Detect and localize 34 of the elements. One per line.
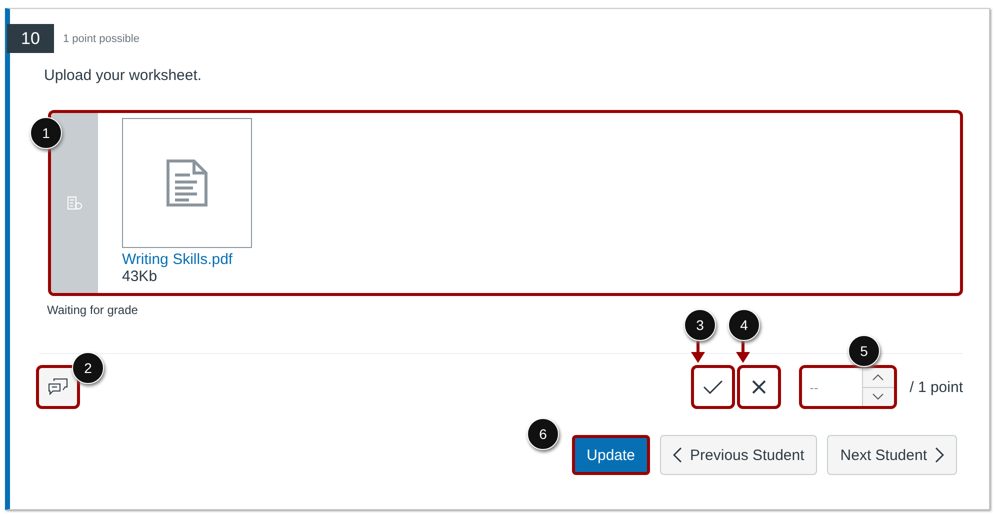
question-number: 10 <box>7 24 54 53</box>
file-size: 43Kb <box>122 268 158 285</box>
check-icon <box>702 380 723 394</box>
document-icon <box>166 159 208 207</box>
pointer-arrow <box>691 341 705 363</box>
points-total: / 1 point <box>910 378 963 396</box>
update-button[interactable]: Update <box>572 435 650 475</box>
callout-marker: 6 <box>527 418 559 450</box>
callout-marker: 5 <box>848 335 880 367</box>
previous-student-button[interactable]: Previous Student <box>660 435 818 475</box>
callout-marker: 3 <box>684 309 716 341</box>
callout-marker: 1 <box>30 117 62 149</box>
incorrect-button[interactable] <box>736 365 781 409</box>
grade-status: Waiting for grade <box>47 303 139 317</box>
chevron-right-icon <box>935 447 944 463</box>
document-icon <box>66 196 82 210</box>
question-prompt: Upload your worksheet. <box>44 67 203 84</box>
points-possible: 1 point possible <box>63 32 140 44</box>
chevron-up-icon <box>872 374 884 381</box>
chevron-left-icon <box>673 447 682 463</box>
increment-button[interactable] <box>862 368 894 386</box>
file-thumbnail[interactable] <box>122 118 252 248</box>
pointer-arrow <box>736 341 750 363</box>
close-icon <box>752 380 766 394</box>
file-link[interactable]: Writing Skills.pdf <box>122 251 252 268</box>
callout-marker: 2 <box>72 352 104 384</box>
comments-button[interactable] <box>36 365 80 409</box>
chevron-down-icon <box>872 393 884 400</box>
callout-marker: 4 <box>728 309 760 341</box>
comments-icon <box>48 378 68 396</box>
decrement-button[interactable] <box>862 386 894 406</box>
next-student-button[interactable]: Next Student <box>827 435 957 475</box>
score-field[interactable]: -- <box>798 365 897 409</box>
correct-button[interactable] <box>690 365 735 409</box>
